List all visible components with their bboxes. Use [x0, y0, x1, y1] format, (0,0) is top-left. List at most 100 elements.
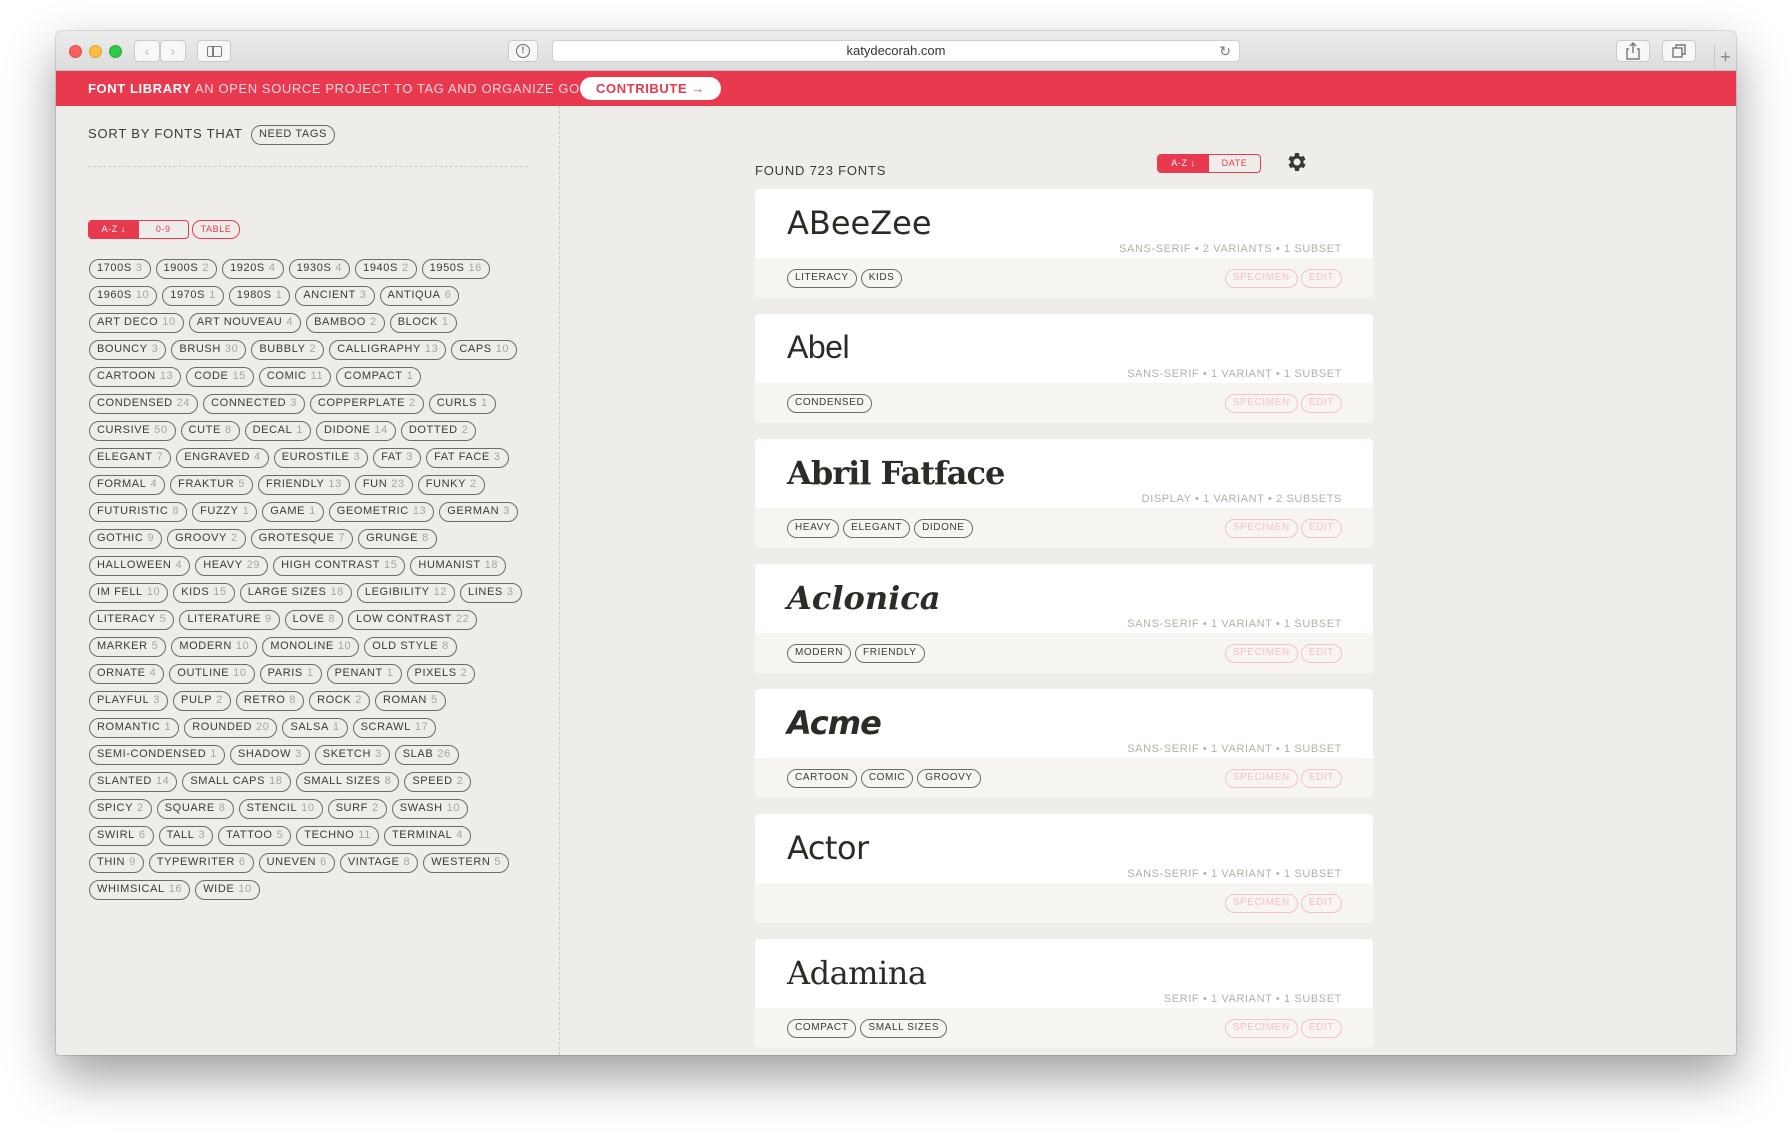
edit-button[interactable]: EDIT [1300, 1019, 1342, 1038]
tag-filter[interactable]: ROMANTIC 1 [89, 718, 180, 738]
sidebar-toggle-button[interactable] [197, 40, 231, 62]
sort-az-button[interactable]: A-Z ↓ [1158, 155, 1209, 172]
tag-filter[interactable]: BLOCK 1 [389, 313, 457, 333]
tag-filter[interactable]: 1930S 4 [288, 259, 351, 279]
tag-filter[interactable]: LINES 3 [460, 583, 522, 603]
tag-filter[interactable]: TALL 3 [158, 826, 214, 846]
sort-date-button[interactable]: DATE [1209, 155, 1260, 172]
tag-filter[interactable]: LITERACY 5 [89, 610, 175, 630]
gear-icon[interactable] [1285, 150, 1309, 174]
share-button[interactable] [1616, 40, 1650, 62]
tag-filter[interactable]: MODERN 10 [171, 637, 258, 657]
zoom-window-button[interactable] [109, 45, 122, 58]
font-tag[interactable]: MODERN [787, 644, 852, 663]
tag-filter[interactable]: GROTESQUE 7 [250, 529, 354, 549]
tag-filter[interactable]: SMALL SIZES 8 [295, 772, 400, 792]
tag-filter[interactable]: FUNKY 2 [417, 475, 485, 495]
font-tag[interactable]: COMIC [860, 769, 914, 788]
tag-filter[interactable]: FUN 23 [354, 475, 413, 495]
tag-filter[interactable]: LOVE 8 [284, 610, 344, 630]
tag-filter[interactable]: SCRAWL 17 [352, 718, 437, 738]
tag-filter[interactable]: BAMBOO 2 [306, 313, 385, 333]
tag-filter[interactable]: ANTIQUA 6 [379, 286, 460, 306]
tag-filter[interactable]: GAME 1 [262, 502, 324, 522]
tag-filter[interactable]: SWIRL 6 [89, 826, 154, 846]
tag-filter[interactable]: GROOVY 2 [167, 529, 246, 549]
specimen-button[interactable]: SPECIMEN [1224, 894, 1298, 913]
font-name[interactable]: Adamina [787, 954, 927, 992]
tag-filter[interactable]: GEOMETRIC 13 [328, 502, 435, 522]
tag-filter[interactable]: LOW CONTRAST 22 [348, 610, 478, 630]
specimen-button[interactable]: SPECIMEN [1224, 269, 1298, 288]
tag-filter[interactable]: CURLS 1 [428, 394, 496, 414]
tag-filter[interactable]: WESTERN 5 [423, 853, 510, 873]
font-tag[interactable]: LITERACY [787, 269, 857, 288]
tag-filter[interactable]: LEGIBILITY 12 [356, 583, 456, 603]
tag-filter[interactable]: SQUARE 8 [156, 799, 234, 819]
tag-filter[interactable]: SMALL CAPS 18 [182, 772, 291, 792]
font-name[interactable]: Actor [787, 829, 869, 867]
font-tag[interactable]: COMPACT [787, 1019, 857, 1038]
tag-filter[interactable]: GERMAN 3 [439, 502, 518, 522]
edit-button[interactable]: EDIT [1300, 519, 1342, 538]
tag-filter[interactable]: SALSA 1 [282, 718, 348, 738]
tag-filter[interactable]: SLANTED 14 [89, 772, 178, 792]
forward-button[interactable]: › [160, 40, 186, 62]
tag-filter[interactable]: CONNECTED 3 [203, 394, 305, 414]
tag-filter[interactable]: SWASH 10 [391, 799, 469, 819]
edit-button[interactable]: EDIT [1300, 394, 1342, 413]
font-name[interactable]: Aclonica [787, 579, 940, 617]
tag-filter[interactable]: SLAB 26 [394, 745, 459, 765]
tag-filter[interactable]: DOTTED 2 [400, 421, 477, 441]
font-tag[interactable]: HEAVY [787, 519, 840, 538]
tag-filter[interactable]: BRUSH 30 [171, 340, 247, 360]
tag-filter[interactable]: BOUNCY 3 [89, 340, 167, 360]
tag-filter[interactable]: PIXELS 2 [406, 664, 476, 684]
tag-filter[interactable]: CONDENSED 24 [89, 394, 199, 414]
tag-filter[interactable]: LARGE SIZES 18 [239, 583, 352, 603]
font-tag[interactable]: DIDONE [914, 519, 973, 538]
tag-filter[interactable]: 1700S 3 [89, 259, 151, 279]
font-tag[interactable]: CARTOON [787, 769, 857, 788]
tag-filter[interactable]: DIDONE 14 [316, 421, 396, 441]
tag-filter[interactable]: SEMI-CONDENSED 1 [89, 745, 225, 765]
font-tag[interactable]: KIDS [860, 269, 903, 288]
tag-filter[interactable]: ROCK 2 [309, 691, 370, 711]
tag-filter[interactable]: IM FELL 10 [89, 583, 169, 603]
tag-filter[interactable]: TYPEWRITER 6 [148, 853, 254, 873]
tag-filter[interactable]: CAPS 10 [451, 340, 518, 360]
tag-filter[interactable]: FAT FACE 3 [426, 448, 509, 468]
edit-button[interactable]: EDIT [1300, 269, 1342, 288]
tag-filter[interactable]: 1900S 2 [155, 259, 218, 279]
tag-filter[interactable]: KIDS 15 [173, 583, 235, 603]
tag-filter[interactable]: CUTE 8 [180, 421, 240, 441]
tag-filter[interactable]: COMIC 11 [258, 367, 332, 387]
table-view-button[interactable]: TABLE [192, 220, 240, 239]
back-button[interactable]: ‹ [134, 40, 160, 62]
font-tag[interactable]: FRIENDLY [855, 644, 925, 663]
edit-button[interactable]: EDIT [1300, 894, 1342, 913]
font-tag[interactable]: CONDENSED [787, 394, 873, 413]
tag-filter[interactable]: GRUNGE 8 [358, 529, 437, 549]
tag-filter[interactable]: FUTURISTIC 8 [89, 502, 188, 522]
tag-filter[interactable]: 1970S 1 [162, 286, 224, 306]
tag-filter[interactable]: ORNATE 4 [89, 664, 165, 684]
reload-icon[interactable]: ↻ [1219, 41, 1231, 61]
tag-filter[interactable]: STENCIL 10 [238, 799, 323, 819]
need-tags-button[interactable]: NEED TAGS [250, 125, 335, 145]
tag-filter[interactable]: HIGH CONTRAST 15 [273, 556, 406, 576]
tag-filter[interactable]: PLAYFUL 3 [89, 691, 169, 711]
tag-filter[interactable]: SPEED 2 [404, 772, 472, 792]
tag-filter[interactable]: SURF 2 [327, 799, 387, 819]
tag-filter[interactable]: PENANT 1 [326, 664, 402, 684]
tag-filter[interactable]: HALLOWEEN 4 [89, 556, 191, 576]
specimen-button[interactable]: SPECIMEN [1224, 519, 1298, 538]
tag-filter[interactable]: GOTHIC 9 [89, 529, 163, 549]
tag-filter[interactable]: RETRO 8 [235, 691, 305, 711]
edit-button[interactable]: EDIT [1300, 769, 1342, 788]
minimize-window-button[interactable] [89, 45, 102, 58]
tag-filter[interactable]: FAT 3 [373, 448, 422, 468]
tag-filter[interactable]: ROMAN 5 [375, 691, 446, 711]
tag-filter[interactable]: PULP 2 [173, 691, 231, 711]
edit-button[interactable]: EDIT [1300, 644, 1342, 663]
